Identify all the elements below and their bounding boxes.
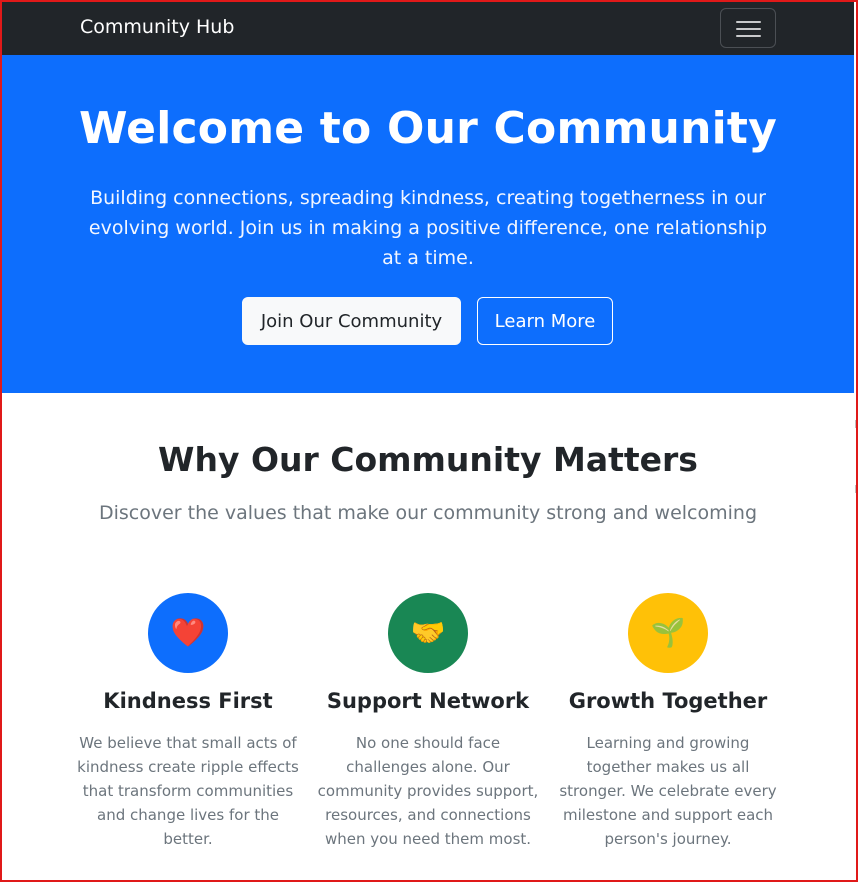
- hero-section: Welcome to Our Community Building connec…: [2, 55, 854, 393]
- top-navbar: Community Hub: [2, 2, 854, 55]
- feature-icon-circle: 🌱: [628, 593, 708, 673]
- seedling-icon: 🌱: [650, 616, 686, 649]
- feature-text: No one should face challenges alone. Our…: [317, 734, 539, 848]
- feature-text: Learning and growing together makes us a…: [559, 734, 777, 848]
- feature-title: Growth Together: [568, 689, 768, 713]
- feature-icon-circle: 🤝: [388, 593, 468, 673]
- heart-icon: ❤️: [170, 616, 206, 649]
- feature-icon-circle: ❤️: [148, 593, 228, 673]
- handshake-icon: 🤝: [410, 616, 446, 649]
- feature-title: Support Network: [326, 689, 530, 713]
- feature-card-growth: 🌱 Growth Together Learning and growing t…: [548, 593, 788, 851]
- brand-link[interactable]: Community Hub: [80, 16, 234, 38]
- feature-title: Kindness First: [103, 689, 273, 713]
- feature-card-support: 🤝 Support Network No one should face cha…: [308, 593, 548, 851]
- navbar-toggle-button[interactable]: [720, 8, 776, 48]
- hero-title: Welcome to Our Community: [79, 103, 777, 154]
- join-community-button[interactable]: Join Our Community: [242, 297, 461, 345]
- feature-card-kindness: ❤️ Kindness First We believe that small …: [68, 593, 308, 851]
- feature-text: We believe that small acts of kindness c…: [77, 734, 299, 848]
- learn-more-button[interactable]: Learn More: [477, 297, 613, 345]
- section-subtitle: Discover the values that make our commun…: [98, 502, 757, 524]
- hero-subtitle: Building connections, spreading kindness…: [88, 187, 768, 269]
- section-title: Why Our Community Matters: [158, 440, 698, 479]
